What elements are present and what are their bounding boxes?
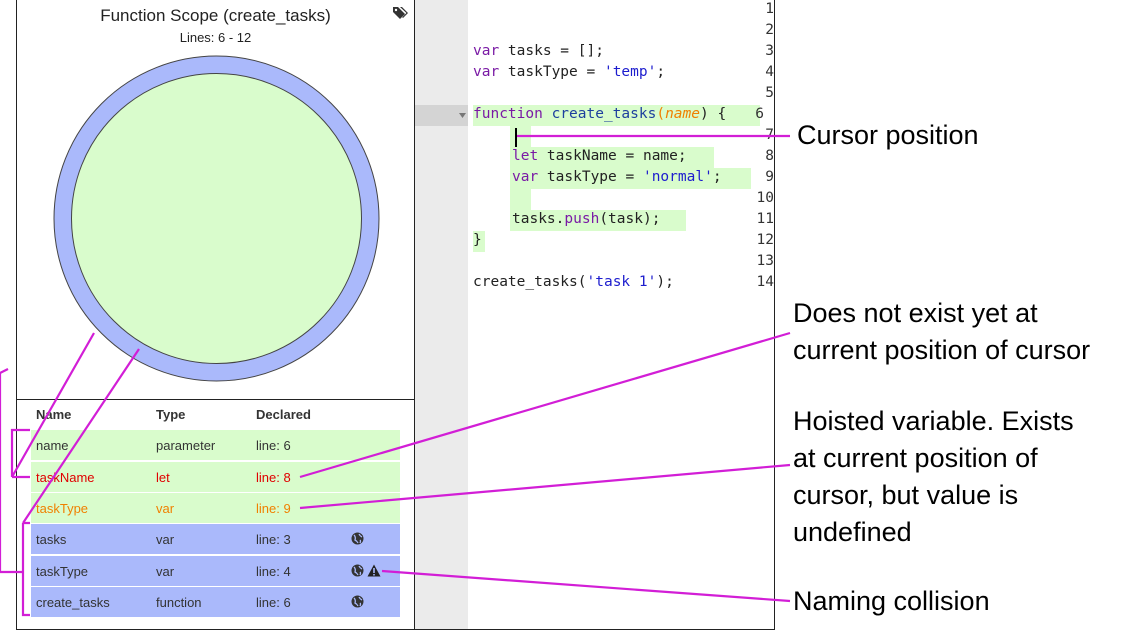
table-row[interactable]: taskType var line: 4 <box>31 555 400 586</box>
inner-scope-disc <box>71 73 362 364</box>
scope-highlight <box>510 126 531 147</box>
code-editor[interactable]: 1 2 3 4 5 6 7 8 9 10 11 12 13 14 var tas… <box>414 0 775 630</box>
code-token: ); <box>656 274 674 290</box>
code-token: create_tasks( <box>473 274 587 290</box>
annotation-hoisted-line1: Hoisted variable. Exists <box>793 406 1074 436</box>
scope-lines-range: Lines: 6 - 12 <box>179 30 252 45</box>
annotation-naming-collision: Naming collision <box>793 586 990 616</box>
code-token: let <box>512 148 539 164</box>
line-number: 2 <box>765 22 774 38</box>
code-line-14: create_tasks('task 1'); <box>473 274 674 290</box>
scope-title: Function Scope (create_tasks) <box>100 6 331 25</box>
warning-icon <box>367 564 381 577</box>
code-token: tasks. <box>512 211 565 227</box>
code-token: ( <box>656 106 666 122</box>
table-row[interactable]: create_tasks function line: 6 <box>31 586 400 617</box>
var-type: let <box>156 470 170 485</box>
line-number: 3 <box>765 43 774 59</box>
code-token: taskName = name; <box>538 148 687 164</box>
line-number: 8 <box>765 148 774 164</box>
table-row[interactable]: taskType var line: 9 <box>31 492 400 523</box>
code-token: var <box>473 64 500 80</box>
code-line-3: var tasks = []; <box>473 43 604 59</box>
scope-panel: Function Scope (create_tasks) Lines: 6 -… <box>16 0 415 630</box>
annotation-hoisted-line3: cursor, but value is <box>793 480 1019 510</box>
annotation-not-exist-line2: current position of cursor <box>793 335 1091 365</box>
var-declared: line: 8 <box>256 470 291 485</box>
var-name: taskType <box>36 564 89 579</box>
code-line-4: var taskType = 'temp'; <box>473 64 665 80</box>
line-number: 5 <box>765 85 774 101</box>
scope-highlight <box>510 189 531 210</box>
code-token: var <box>473 43 500 59</box>
table-row[interactable]: name parameter line: 6 <box>31 430 400 460</box>
line-number: 13 <box>756 253 774 269</box>
var-declared: line: 4 <box>256 564 291 579</box>
header-name: Name <box>36 407 72 422</box>
table-row[interactable]: tasks var line: 3 <box>31 524 400 554</box>
var-declared: line: 9 <box>256 501 291 516</box>
table-row[interactable]: taskName let line: 8 <box>31 461 400 492</box>
line-number: 14 <box>756 274 774 290</box>
var-type: var <box>156 501 175 516</box>
fold-arrow-icon[interactable] <box>459 113 466 118</box>
var-name: create_tasks <box>36 595 110 610</box>
code-token: create_tasks <box>542 106 657 122</box>
annotation-hoisted-line2: at current position of <box>793 443 1038 473</box>
var-name: taskName <box>36 470 95 485</box>
code-token: ; <box>656 64 666 80</box>
var-type: var <box>156 564 175 579</box>
header-declared: Declared <box>256 407 311 422</box>
var-name: taskType <box>36 501 89 516</box>
globe-icon <box>351 532 364 545</box>
code-token: push <box>564 211 600 227</box>
line-number: 10 <box>756 190 774 206</box>
table-header: Name Type Declared <box>31 400 415 428</box>
code-token: 'temp' <box>603 64 657 80</box>
line-number-gutter <box>415 0 468 629</box>
code-token: name <box>665 106 700 122</box>
line-number: 1 <box>765 1 774 17</box>
code-token: taskType = <box>499 64 604 80</box>
line-number: 4 <box>765 64 774 80</box>
var-name: tasks <box>36 532 67 547</box>
line-number: 12 <box>756 232 774 248</box>
code-token: var <box>512 169 539 185</box>
code-line-8: let taskName = name; <box>512 148 687 164</box>
code-line-6: function create_tasks(name) { <box>473 106 726 122</box>
annotation-not-exist-line1: Does not exist yet at <box>793 298 1038 328</box>
scope-circle[interactable] <box>53 55 380 382</box>
var-declared: line: 6 <box>256 595 291 610</box>
code-line-11: tasks.push(task); <box>512 211 660 227</box>
scope-visualizer-figure: Function Scope (create_tasks) Lines: 6 -… <box>0 0 1142 631</box>
code-token: ; <box>712 169 722 185</box>
code-token: 'task 1' <box>586 274 657 290</box>
annotation-cursor-position: Cursor position <box>797 120 979 150</box>
var-type: function <box>156 595 202 610</box>
code-token: (task); <box>599 211 661 227</box>
code-line-12: } <box>473 232 482 248</box>
globe-icon <box>351 564 364 577</box>
line-number: 7 <box>765 127 774 143</box>
var-name: name <box>36 438 69 453</box>
var-declared: line: 6 <box>256 438 291 453</box>
text-cursor <box>515 128 517 147</box>
var-type: var <box>156 532 175 547</box>
code-line-9: var taskType = 'normal'; <box>512 169 722 185</box>
code-token: function <box>473 106 543 122</box>
line-number: 11 <box>756 211 774 227</box>
code-token: ) { <box>700 106 727 122</box>
line-number: 9 <box>765 169 774 185</box>
annotation-hoisted-line4: undefined <box>793 517 912 547</box>
variables-table: Name Type Declared name parameter line: … <box>31 400 415 617</box>
code-token: taskType = <box>538 169 643 185</box>
code-token: tasks = []; <box>499 43 604 59</box>
tags-icon[interactable] <box>393 6 409 20</box>
code-token: 'normal' <box>642 169 713 185</box>
header-type: Type <box>156 407 186 422</box>
var-declared: line: 3 <box>256 532 291 547</box>
var-type: parameter <box>156 438 216 453</box>
globe-icon <box>351 595 364 608</box>
